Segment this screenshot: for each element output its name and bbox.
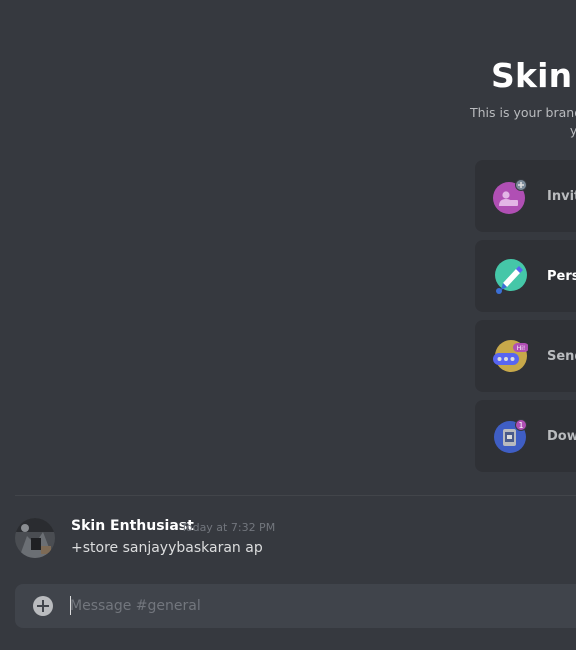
download-app-card[interactable]: 1 Download the Discord App bbox=[475, 400, 576, 472]
avatar[interactable] bbox=[15, 518, 55, 558]
send-first-message-label: Send your first message bbox=[547, 348, 576, 364]
invite-friends-card[interactable]: Invite your friends bbox=[475, 160, 576, 232]
welcome-subtitle-line1: This is your brand new, shiny server. He… bbox=[470, 105, 576, 120]
welcome-subtitle-line2: you get started. bbox=[569, 123, 576, 138]
personalize-brush-icon bbox=[492, 258, 528, 294]
add-attachment-icon[interactable] bbox=[33, 596, 53, 616]
download-app-icon: 1 bbox=[492, 418, 528, 454]
svg-text:Hi!: Hi! bbox=[517, 345, 526, 352]
welcome-title: Skin Enthusiast bbox=[491, 56, 576, 95]
invite-friends-icon bbox=[492, 178, 528, 214]
message-author[interactable]: Skin Enthusiast bbox=[71, 518, 194, 534]
message-composer bbox=[15, 584, 576, 628]
invite-friends-label: Invite your friends bbox=[547, 188, 576, 204]
text-caret bbox=[70, 596, 71, 615]
send-first-message-card[interactable]: Hi! Send your first message bbox=[475, 320, 576, 392]
download-app-label: Download the Discord App bbox=[547, 428, 576, 444]
message-content: +store sanjayybaskaran ap bbox=[71, 540, 263, 556]
personalize-server-card[interactable]: Personalize your server with an icon bbox=[475, 240, 576, 312]
message-input[interactable] bbox=[70, 584, 570, 628]
personalize-server-label: Personalize your server with an icon bbox=[547, 268, 576, 284]
message-timestamp: Today at 7:32 PM bbox=[181, 521, 276, 534]
svg-text:1: 1 bbox=[518, 421, 523, 430]
welcome-subtitle: This is your brand new, shiny server. He… bbox=[470, 104, 576, 140]
send-message-icon: Hi! bbox=[492, 338, 529, 374]
message-divider bbox=[15, 495, 576, 496]
chat-window: Skin Enthusiast This is your brand new, … bbox=[0, 0, 576, 650]
